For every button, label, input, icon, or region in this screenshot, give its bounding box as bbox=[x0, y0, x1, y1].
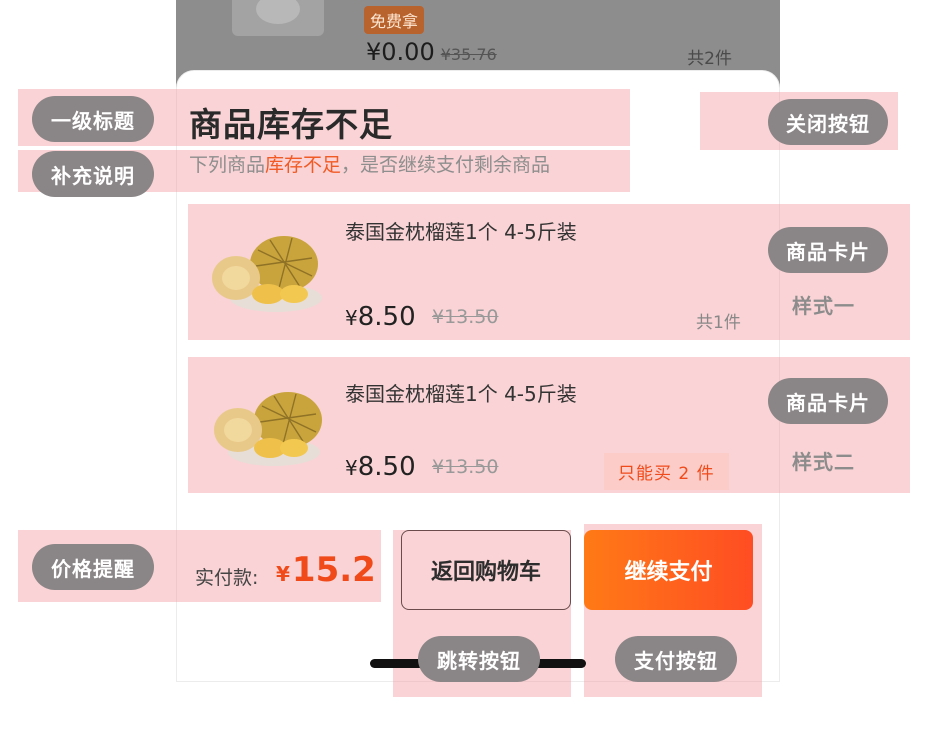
annotation-card-style-1: 样式一 bbox=[792, 294, 855, 318]
annotation-card-tag-2: 商品卡片 bbox=[768, 378, 888, 424]
product-original-price: ¥13.50 bbox=[432, 456, 499, 478]
annotation-jump-tag: 跳转按钮 bbox=[418, 636, 540, 682]
background-product-image bbox=[232, 0, 324, 36]
durian-product-image bbox=[214, 392, 322, 466]
product-original-price: ¥13.50 bbox=[432, 306, 499, 328]
durian-product-image bbox=[212, 236, 322, 312]
product-price: ¥8.50 bbox=[345, 452, 416, 482]
annotation-card-tag-1: 商品卡片 bbox=[768, 227, 888, 273]
annotation-title-tag: 一级标题 bbox=[32, 96, 154, 142]
product-price: ¥8.50 bbox=[345, 302, 416, 332]
purchase-limit-badge: 只能买 2 件 bbox=[604, 453, 729, 490]
background-order-card: 免费拿 ¥0.00 ¥35.76 共2件 bbox=[194, 0, 770, 80]
back-to-cart-button[interactable]: 返回购物车 bbox=[401, 530, 571, 610]
annotation-pay-tag: 支付按钮 bbox=[615, 636, 737, 682]
free-badge: 免费拿 bbox=[364, 6, 425, 34]
product-count: 共1件 bbox=[696, 313, 741, 333]
annotation-close-tag: 关闭按钮 bbox=[768, 99, 888, 145]
dialog-title: 商品库存不足 bbox=[189, 105, 393, 144]
annotation-card-style-2: 样式二 bbox=[792, 450, 855, 474]
pay-label: 实付款: bbox=[195, 567, 259, 589]
product-name: 泰国金枕榴莲1个 4-5斤装 bbox=[345, 382, 577, 406]
annotation-subtitle-tag: 补充说明 bbox=[32, 151, 154, 197]
background-count: 共2件 bbox=[687, 49, 732, 69]
pay-amount: ¥15.2 bbox=[276, 550, 376, 590]
product-name: 泰国金枕榴莲1个 4-5斤装 bbox=[345, 220, 577, 244]
continue-pay-button[interactable]: 继续支付 bbox=[584, 530, 753, 610]
background-price: ¥0.00 ¥35.76 bbox=[366, 38, 497, 66]
annotation-price-tag: 价格提醒 bbox=[32, 544, 154, 590]
dialog-subtitle: 下列商品库存不足，是否继续支付剩余商品 bbox=[189, 154, 551, 176]
